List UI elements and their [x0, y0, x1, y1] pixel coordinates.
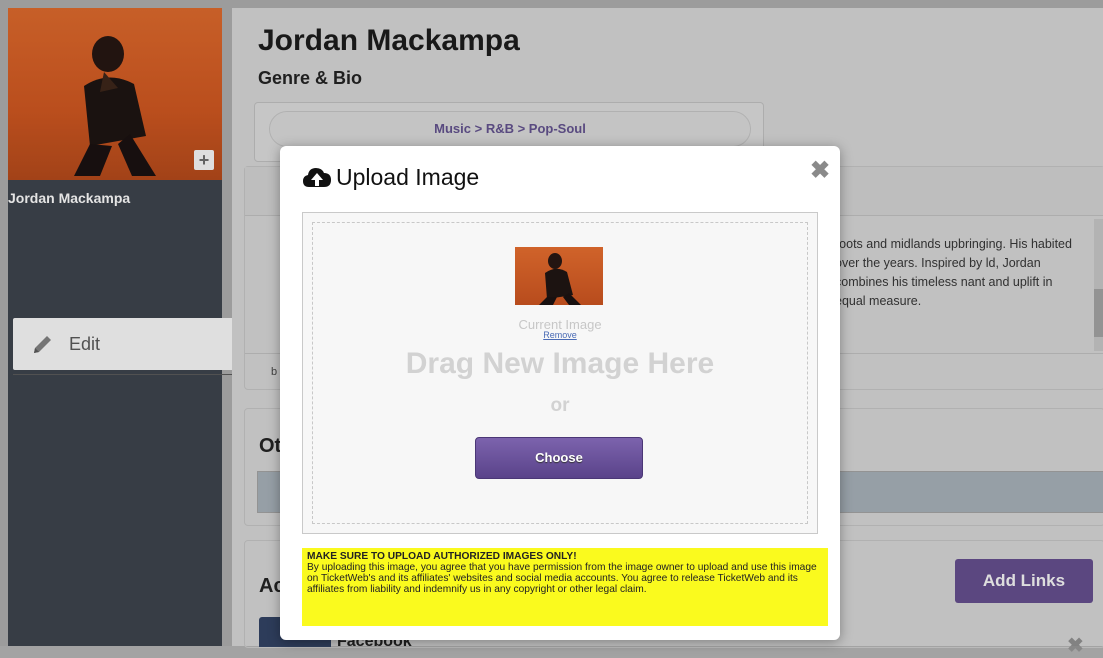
thumbnail-figure: [539, 253, 581, 305]
or-separator: or: [550, 395, 570, 416]
authorization-disclaimer: MAKE SURE TO UPLOAD AUTHORIZED IMAGES ON…: [302, 548, 828, 626]
current-image-thumbnail: [515, 247, 603, 305]
choose-file-button[interactable]: Choose: [475, 437, 643, 479]
remove-image-link[interactable]: Remove: [313, 330, 807, 340]
modal-title: Upload Image: [336, 164, 480, 190]
close-modal-button[interactable]: ✖: [810, 156, 830, 185]
disclaimer-body: By uploading this image, you agree that …: [307, 562, 817, 595]
cloud-upload-icon: [303, 167, 331, 187]
drop-zone-inner[interactable]: Current Image Remove Drag New Image Here…: [312, 222, 808, 524]
modal-header: Upload Image: [302, 164, 479, 191]
image-drop-zone[interactable]: Current Image Remove Drag New Image Here…: [302, 212, 818, 534]
disclaimer-heading: MAKE SURE TO UPLOAD AUTHORIZED IMAGES ON…: [307, 551, 577, 562]
upload-image-modal: ✖ Upload Image Current Image Remove Drag…: [280, 146, 840, 640]
drag-image-text: Drag New Image Here: [405, 347, 715, 380]
